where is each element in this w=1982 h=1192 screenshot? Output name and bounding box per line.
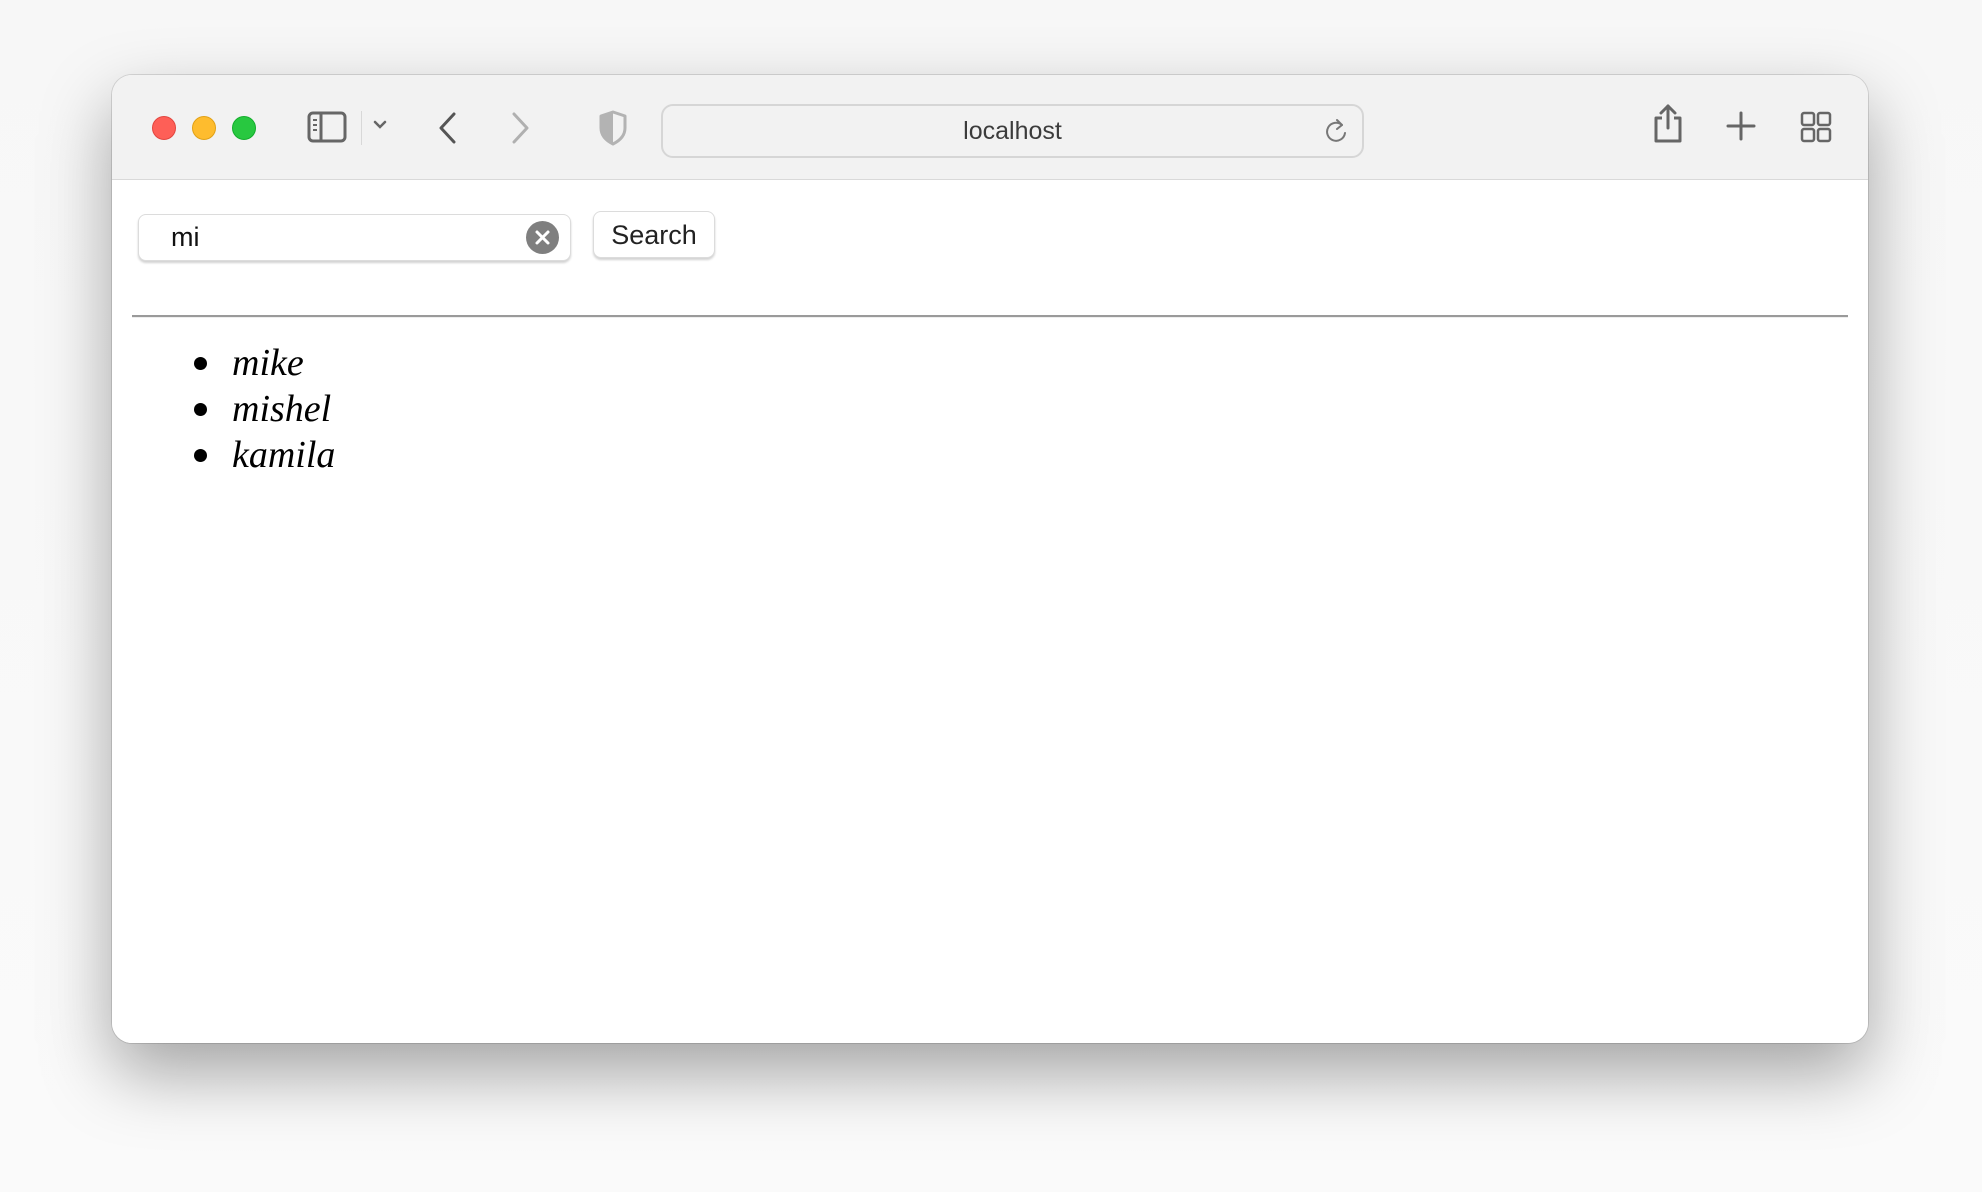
minimize-window-button[interactable] xyxy=(192,116,216,140)
search-input-value: mi xyxy=(171,222,200,252)
plus-icon[interactable] xyxy=(1726,111,1756,141)
clear-search-button[interactable] xyxy=(526,221,559,254)
share-icon[interactable] xyxy=(1652,103,1684,145)
bullet-icon xyxy=(194,403,207,416)
address-text: localhost xyxy=(963,117,1062,145)
toolbar-separator xyxy=(361,111,362,145)
list-item: mike xyxy=(190,340,335,386)
chevron-left-icon[interactable] xyxy=(436,111,460,145)
result-name: mike xyxy=(232,342,304,384)
bullet-icon xyxy=(194,449,207,462)
bullet-icon xyxy=(194,357,207,370)
zoom-window-button[interactable] xyxy=(232,116,256,140)
chevron-down-icon[interactable] xyxy=(372,119,388,131)
search-button[interactable]: Search xyxy=(593,211,715,258)
sidebar-icon[interactable] xyxy=(307,111,347,143)
result-name: kamila xyxy=(232,434,336,476)
browser-toolbar: localhost xyxy=(112,75,1868,180)
clear-circle-icon xyxy=(535,230,550,245)
result-name: mishel xyxy=(232,388,332,430)
list-item: kamila xyxy=(190,432,335,478)
divider xyxy=(132,315,1848,318)
browser-window: localhost mi Search mike mishel kamila xyxy=(112,75,1868,1043)
list-item: mishel xyxy=(190,386,335,432)
chevron-right-icon[interactable] xyxy=(508,111,532,145)
address-bar[interactable]: localhost xyxy=(661,104,1364,158)
grid-icon[interactable] xyxy=(1800,111,1832,143)
reload-icon[interactable] xyxy=(1324,118,1350,146)
search-input[interactable]: mi xyxy=(138,214,571,261)
shield-icon[interactable] xyxy=(598,110,628,146)
page-content: mi Search mike mishel kamila xyxy=(112,180,1868,1043)
close-window-button[interactable] xyxy=(152,116,176,140)
results-list: mike mishel kamila xyxy=(190,340,335,478)
